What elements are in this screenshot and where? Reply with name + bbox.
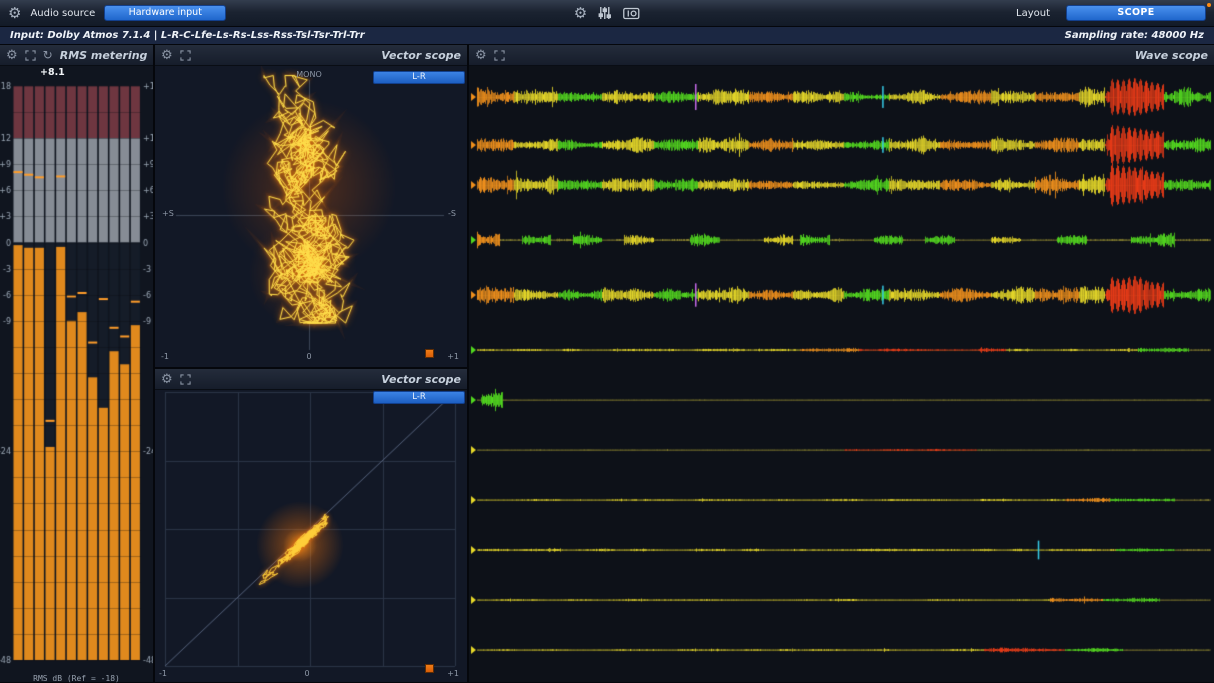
vector-top-title: Vector scope [381, 49, 461, 62]
rms-settings-gear-icon[interactable]: ⚙ [6, 49, 18, 62]
vector-top-expand-icon[interactable] [180, 50, 191, 61]
wave-panel-title: Wave scope [1135, 49, 1208, 62]
vector-scope-top-panel: ⚙ Vector scope L-R MONO +S -S -1 0 +1 [155, 45, 467, 367]
xy-axis-min-label: -1 [159, 669, 167, 678]
global-settings-gear-icon[interactable]: ⚙ [574, 6, 587, 21]
audio-source-label: Audio source [30, 8, 95, 19]
vector-top-mode-button[interactable]: L-R [373, 71, 465, 84]
gonio-axis-max-label: +1 [447, 352, 459, 361]
mono-label: MONO [296, 70, 321, 79]
rms-metering-panel: ⚙ ↻ RMS metering +8.1 RMS dB (Ref = -18) [0, 45, 153, 682]
info-bar: Input: Dolby Atmos 7.1.4 | L-R-C-Lfe-Ls-… [0, 27, 1214, 45]
io-monitor-icon[interactable] [623, 7, 640, 20]
rms-reset-icon[interactable]: ↻ [43, 49, 53, 61]
goniometer-canvas [155, 66, 467, 367]
gonio-axis-min-label: -1 [161, 352, 169, 361]
rms-panel-title: RMS metering [60, 49, 148, 62]
rms-peak-readout: +8.1 [0, 66, 153, 80]
status-indicator-dot [1207, 3, 1211, 7]
plus-s-label: +S [162, 209, 174, 218]
xy-axis-max-label: +1 [447, 669, 459, 678]
input-format-label: Input: Dolby Atmos 7.1.4 | L-R-C-Lfe-Ls-… [10, 30, 365, 41]
wave-scope-panel: ⚙ Wave scope [469, 45, 1214, 682]
wave-panel-header: ⚙ Wave scope [469, 45, 1214, 66]
minus-s-label: -S [448, 209, 456, 218]
vector-bottom-expand-icon[interactable] [180, 374, 191, 385]
main-area: ⚙ ↻ RMS metering +8.1 RMS dB (Ref = -18)… [0, 45, 1214, 682]
vector-bottom-title: Vector scope [381, 373, 461, 386]
goniometer-display: L-R MONO +S -S -1 0 +1 [155, 66, 467, 367]
wave-settings-gear-icon[interactable]: ⚙ [475, 49, 487, 62]
xy-axis-zero-label: 0 [304, 669, 309, 678]
rms-footer-label: RMS dB (Ref = -18) [0, 672, 153, 683]
gonio-axis-zero-label: 0 [306, 352, 311, 361]
xy-scope-canvas [155, 390, 467, 682]
vector-scope-column: ⚙ Vector scope L-R MONO +S -S -1 0 +1 [155, 45, 467, 682]
vector-top-settings-gear-icon[interactable]: ⚙ [161, 49, 173, 62]
wave-expand-icon[interactable] [494, 50, 505, 61]
wave-display [469, 66, 1214, 682]
sampling-rate-label: Sampling rate: 48000 Hz [1065, 30, 1204, 41]
top-toolbar: ⚙ Audio source Hardware input ⚙ Layout S… [0, 0, 1214, 27]
vector-top-header: ⚙ Vector scope [155, 45, 467, 66]
rms-meter-area [0, 80, 153, 672]
rms-meter-canvas [0, 80, 153, 668]
vector-bottom-mode-button[interactable]: L-R [373, 391, 465, 404]
xy-scope-display: L-R -1 0 +1 [155, 390, 467, 682]
wave-canvas [469, 66, 1214, 682]
channels-mixer-icon[interactable] [598, 6, 612, 20]
vector-bottom-header: ⚙ Vector scope [155, 369, 467, 390]
rms-panel-header: ⚙ ↻ RMS metering [0, 45, 153, 66]
layout-button[interactable]: Layout [1016, 8, 1050, 19]
vector-scope-bottom-panel: ⚙ Vector scope L-R -1 0 +1 [155, 369, 467, 682]
settings-gear-icon[interactable]: ⚙ [8, 6, 21, 21]
rms-expand-icon[interactable] [25, 50, 36, 61]
vector-bottom-settings-gear-icon[interactable]: ⚙ [161, 373, 173, 386]
hardware-input-button[interactable]: Hardware input [104, 5, 226, 21]
xy-clip-indicator[interactable] [425, 664, 434, 673]
scope-view-button[interactable]: SCOPE [1066, 5, 1206, 21]
gonio-clip-indicator[interactable] [425, 349, 434, 358]
